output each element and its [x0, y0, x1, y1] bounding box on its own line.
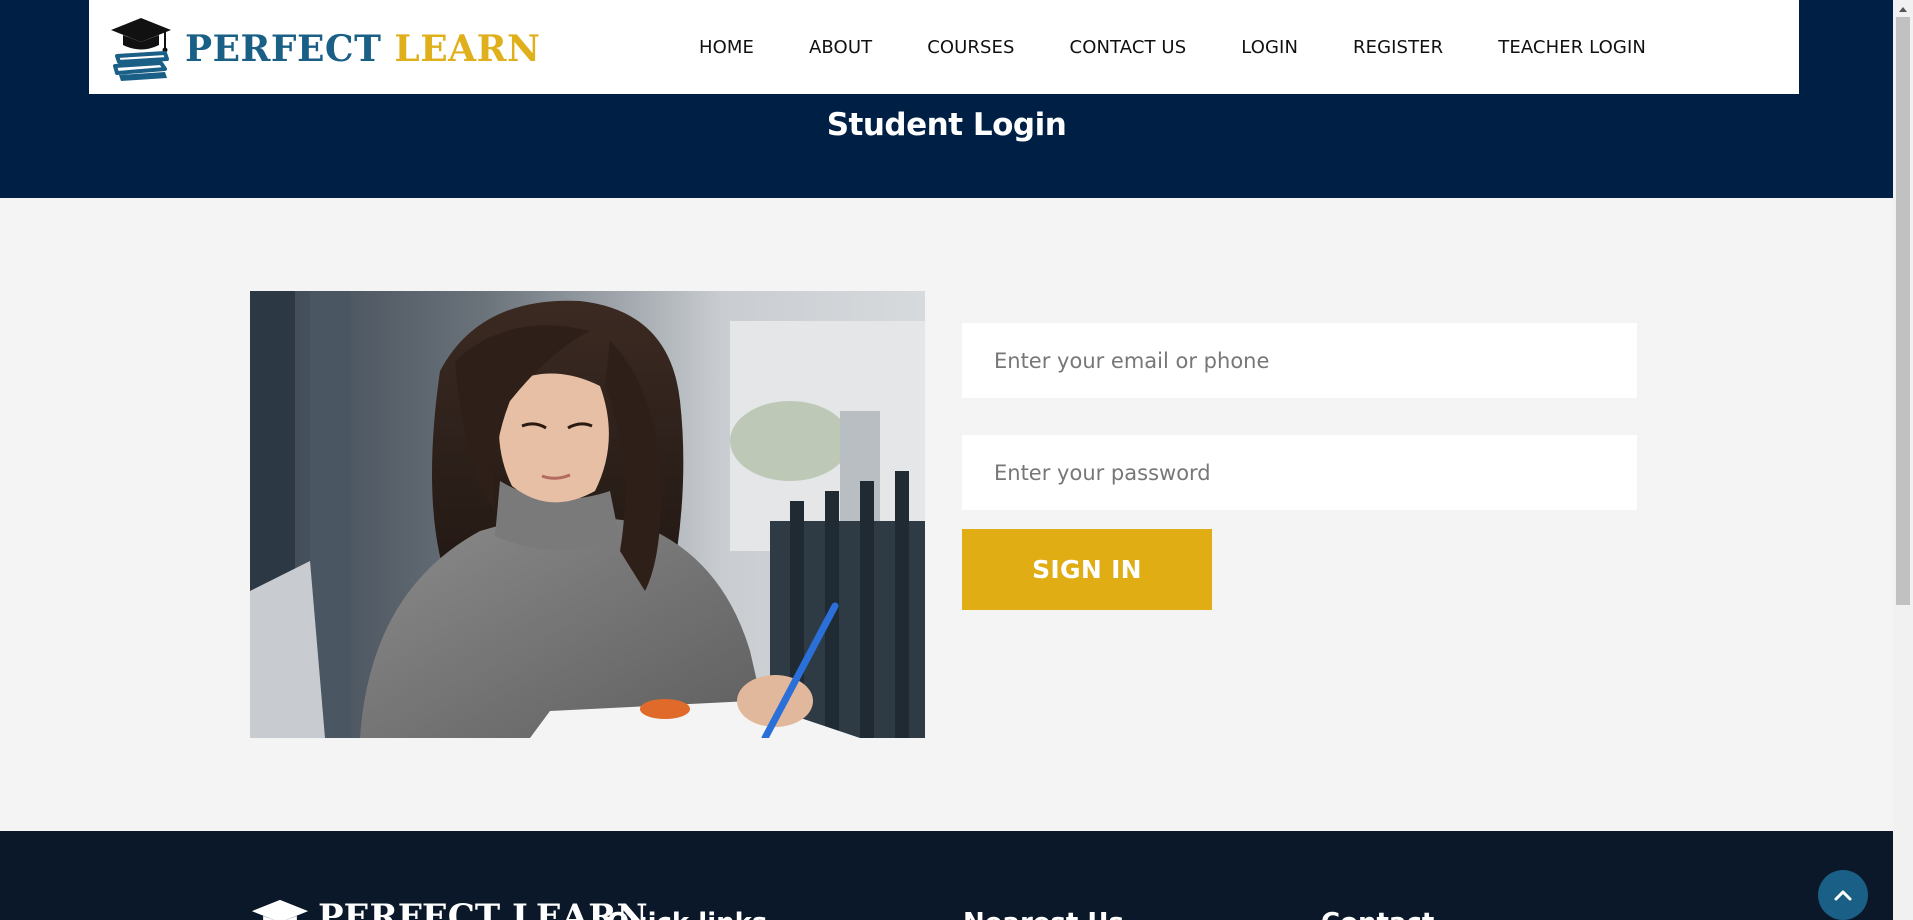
footer-heading-nearest-us: Nearest Us: [963, 908, 1124, 920]
navbar: PERFECT LEARN HOME ABOUT COURSES CONTACT…: [89, 0, 1799, 94]
nav-login[interactable]: LOGIN: [1241, 37, 1298, 58]
chevron-up-icon: [1834, 890, 1852, 901]
brand-name-part1: PERFECT: [185, 28, 382, 70]
brand-name: PERFECT LEARN: [185, 28, 540, 70]
footer-heading-contact: Contact: [1321, 908, 1434, 920]
page-scrollbar[interactable]: [1893, 0, 1913, 920]
footer: PERFECT LEARN Quick links Nearest Us Con…: [0, 831, 1893, 920]
graduation-cap-books-icon: [111, 18, 171, 81]
nav-contact-us[interactable]: CONTACT US: [1070, 37, 1187, 58]
site-logo[interactable]: PERFECT LEARN: [109, 12, 540, 82]
nav-about[interactable]: ABOUT: [809, 37, 872, 58]
footer-logo[interactable]: PERFECT LEARN: [250, 893, 648, 920]
footer-heading-quick-links: Quick links: [607, 908, 767, 920]
nav-home[interactable]: HOME: [699, 37, 754, 58]
password-field[interactable]: [962, 435, 1637, 510]
email-field[interactable]: [962, 323, 1637, 398]
page-title: Student Login: [826, 107, 1067, 143]
nav-teacher-login[interactable]: TEACHER LOGIN: [1498, 37, 1646, 58]
back-to-top-button[interactable]: [1818, 870, 1868, 920]
footer-brand-name: PERFECT LEARN: [318, 897, 648, 920]
nav-register[interactable]: REGISTER: [1353, 37, 1443, 58]
brand-name-part2: LEARN: [394, 28, 541, 70]
graduation-cap-books-icon: [251, 899, 309, 920]
page: Student Login PERFECT LEARN HOME ABOUT C…: [0, 0, 1913, 920]
scroll-up-button[interactable]: [1893, 0, 1913, 17]
scrollbar-thumb[interactable]: [1896, 17, 1910, 605]
sign-in-button[interactable]: SIGN IN: [962, 529, 1212, 610]
nav-courses[interactable]: COURSES: [927, 37, 1014, 58]
triangle-up-icon: [1899, 6, 1907, 12]
student-photo: [250, 291, 925, 738]
main-nav: HOME ABOUT COURSES CONTACT US LOGIN REGI…: [699, 0, 1646, 94]
